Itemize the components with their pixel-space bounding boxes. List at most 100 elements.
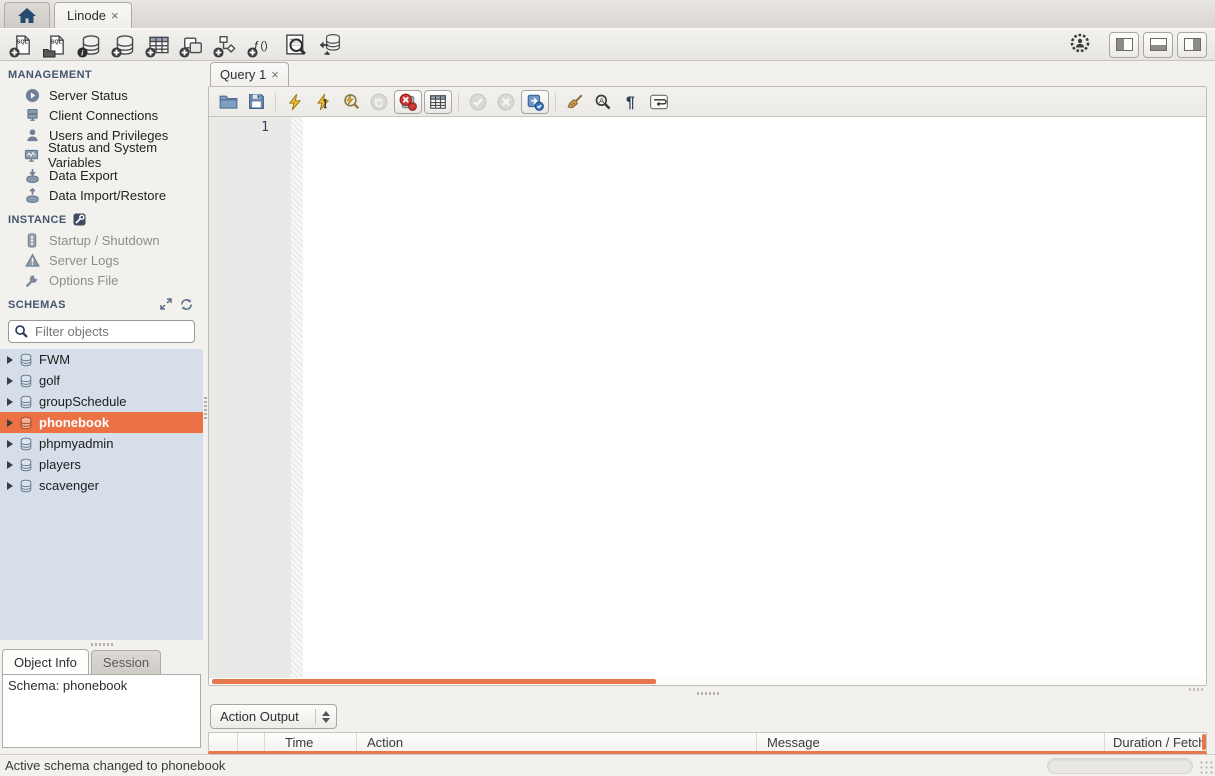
select-spinner	[315, 709, 330, 725]
editor-horizontal-scrollbar[interactable]	[209, 678, 1206, 685]
column-header-icon1[interactable]	[209, 733, 238, 751]
refresh-schemas-button[interactable]	[180, 298, 193, 311]
tab-connection-linode[interactable]: Linode ×	[54, 2, 132, 28]
plus-badge-icon	[247, 47, 258, 58]
save-icon	[248, 93, 265, 110]
tab-query-1[interactable]: Query 1 ×	[210, 62, 289, 86]
sidebar-item-system-variables[interactable]: Status and System Variables	[0, 145, 203, 165]
sidebar-item-data-export[interactable]: Data Export	[0, 165, 203, 185]
execute-current-button[interactable]	[310, 90, 336, 114]
plus-badge-icon	[111, 47, 122, 58]
open-sql-script-button[interactable]: SQL	[42, 31, 72, 59]
sidebar-item-options-file[interactable]: Options File	[0, 270, 203, 290]
sidebar-item-server-status[interactable]: Server Status	[0, 85, 203, 105]
admin-button[interactable]	[1069, 32, 1091, 57]
explain-button[interactable]	[338, 90, 364, 114]
column-header-time[interactable]: Time	[265, 733, 357, 751]
sidebar: MANAGEMENT Server Status Client Connecti…	[0, 61, 203, 754]
line-number-gutter: 1	[209, 117, 291, 678]
commit-button[interactable]	[465, 90, 491, 114]
create-table-button[interactable]	[144, 31, 174, 59]
close-icon[interactable]: ×	[111, 9, 119, 22]
output-type-select[interactable]: Action Output	[210, 704, 337, 729]
schema-row-players[interactable]: players	[0, 454, 203, 475]
scrollbar-thumb[interactable]	[212, 679, 656, 684]
left-panel-icon	[1116, 38, 1133, 51]
sidebar-horizontal-splitter[interactable]	[0, 640, 203, 649]
expander-icon[interactable]	[7, 461, 13, 469]
client-connections-icon	[24, 107, 40, 123]
svg-text:¶: ¶	[626, 94, 635, 110]
rollback-button[interactable]	[493, 90, 519, 114]
create-procedure-button[interactable]	[212, 31, 242, 59]
reconnect-dbms-button[interactable]	[314, 31, 344, 59]
toggle-autocommit-button[interactable]	[521, 90, 549, 114]
schema-filter-input[interactable]	[8, 320, 195, 343]
tab-session[interactable]: Session	[91, 650, 161, 674]
find-button[interactable]: A	[590, 90, 616, 114]
wrap-text-icon	[649, 93, 669, 111]
new-sql-tab-button[interactable]: SQL	[8, 31, 38, 59]
svg-text:SQL: SQL	[51, 39, 63, 45]
expander-icon[interactable]	[7, 398, 13, 406]
system-variables-icon	[24, 147, 39, 163]
schema-row-golf[interactable]: golf	[0, 370, 203, 391]
toggle-right-panel-button[interactable]	[1177, 32, 1207, 58]
schema-row-fwm[interactable]: FWM	[0, 349, 203, 370]
toggle-stop-on-error-button[interactable]	[394, 90, 422, 114]
sidebar-item-server-logs[interactable]: Server Logs	[0, 250, 203, 270]
close-icon[interactable]: ×	[271, 67, 279, 82]
sidebar-item-label: Server Status	[49, 88, 128, 103]
schema-row-groupschedule[interactable]: groupSchedule	[0, 391, 203, 412]
spinner-up-icon[interactable]	[322, 711, 330, 716]
column-header-duration[interactable]: Duration / Fetch	[1105, 733, 1206, 751]
schema-row-phonebook[interactable]: phonebook	[0, 412, 203, 433]
limit-rows-button[interactable]	[424, 90, 452, 114]
sql-editor-surface[interactable]	[303, 117, 1206, 678]
expander-icon[interactable]	[7, 440, 13, 448]
resize-grip[interactable]	[1199, 760, 1213, 774]
create-view-button[interactable]	[178, 31, 208, 59]
output-splitter[interactable]	[208, 686, 1207, 701]
save-script-button[interactable]	[243, 90, 269, 114]
sidebar-item-startup-shutdown[interactable]: Startup / Shutdown	[0, 230, 203, 250]
limit-rows-icon	[429, 93, 447, 111]
show-invisibles-button[interactable]: ¶	[618, 90, 644, 114]
tab-label: Session	[103, 655, 149, 670]
create-function-button[interactable]: f()	[246, 31, 276, 59]
execute-current-icon	[314, 93, 332, 111]
open-script-button[interactable]	[215, 90, 241, 114]
expander-icon[interactable]	[7, 377, 13, 385]
expander-icon[interactable]	[7, 356, 13, 364]
schema-row-scavenger[interactable]: scavenger	[0, 475, 203, 496]
execute-button[interactable]	[282, 90, 308, 114]
connection-info-button[interactable]: i	[76, 31, 106, 59]
expand-schemas-button[interactable]	[160, 298, 172, 311]
output-vertical-scrollbar[interactable]	[1202, 734, 1206, 750]
column-header-icon2[interactable]	[238, 733, 265, 751]
beautify-button[interactable]	[562, 90, 588, 114]
expander-icon[interactable]	[7, 419, 13, 427]
column-header-message[interactable]: Message	[757, 733, 1105, 751]
schema-name: players	[39, 457, 81, 472]
schema-db-icon	[19, 416, 33, 430]
tab-home[interactable]	[4, 2, 50, 28]
sidebar-item-client-connections[interactable]: Client Connections	[0, 105, 203, 125]
toggle-left-panel-button[interactable]	[1109, 32, 1139, 58]
schema-name: phonebook	[39, 415, 109, 430]
create-schema-button[interactable]	[110, 31, 140, 59]
wrap-text-button[interactable]	[646, 90, 672, 114]
server-logs-icon	[24, 252, 40, 268]
toggle-bottom-panel-button[interactable]	[1143, 32, 1173, 58]
tab-object-info[interactable]: Object Info	[2, 649, 89, 674]
schema-db-icon	[19, 479, 33, 493]
spinner-down-icon[interactable]	[322, 718, 330, 723]
search-table-data-button[interactable]	[280, 31, 310, 59]
schema-row-phpmyadmin[interactable]: phpmyadmin	[0, 433, 203, 454]
stop-button[interactable]	[366, 90, 392, 114]
stop-on-error-icon	[399, 93, 417, 111]
expander-icon[interactable]	[7, 482, 13, 490]
sidebar-item-label: Startup / Shutdown	[49, 233, 160, 248]
column-header-action[interactable]: Action	[357, 733, 757, 751]
sidebar-item-data-import[interactable]: Data Import/Restore	[0, 185, 203, 205]
